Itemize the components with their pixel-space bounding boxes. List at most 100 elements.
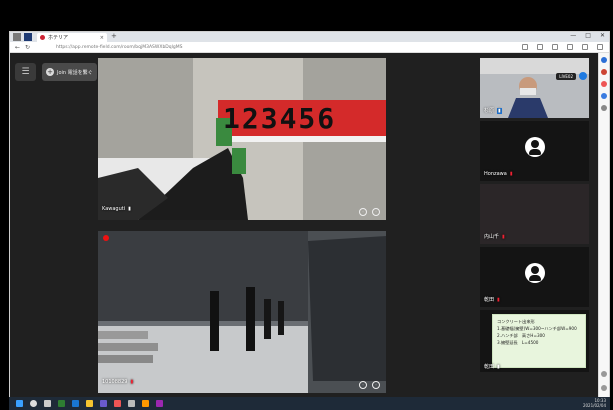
pin-icon[interactable]: ◦ bbox=[359, 381, 367, 389]
more-icon[interactable] bbox=[597, 44, 603, 50]
app-icon[interactable] bbox=[142, 400, 149, 407]
shared-note: コンクリート出来形 1.基礎幅(擁壁)W=300~ハンチ部W=900 2.ハンチ… bbox=[492, 314, 586, 368]
outlook-icon[interactable] bbox=[601, 93, 607, 99]
avatar-icon bbox=[525, 263, 545, 283]
tile-name-tag: 内山千 ▮ bbox=[484, 233, 505, 241]
ruler-numbers: 123456 bbox=[223, 102, 337, 135]
expand-icon[interactable]: ◦ bbox=[372, 381, 380, 389]
app-icon[interactable] bbox=[128, 400, 135, 407]
tile-name-tag: Honzawa ▮ bbox=[484, 171, 513, 177]
shopping-icon[interactable] bbox=[601, 69, 607, 75]
side-tile-4[interactable]: 乾田 ▮ bbox=[480, 247, 589, 307]
profile-icon[interactable] bbox=[582, 44, 588, 50]
mic-icon: ▮ bbox=[497, 363, 500, 370]
avatar-icon bbox=[525, 137, 545, 157]
participant-name: 10108829 bbox=[102, 379, 128, 385]
app-icon[interactable] bbox=[156, 400, 163, 407]
note-line: 1.基礎幅(擁壁)W=300~ハンチ部W=900 bbox=[497, 326, 577, 331]
video-controls: ◦ ◦ bbox=[359, 208, 380, 216]
browser-window: ホテリア × + — □ ✕ ← ↻ https://app.remote-fi… bbox=[9, 31, 610, 398]
edge-icon[interactable] bbox=[72, 400, 79, 407]
side-tile-1[interactable]: LIVE02 杉原 ▮ bbox=[480, 58, 589, 118]
note-line: 3.擁壁延長 L=4500 bbox=[497, 340, 539, 345]
address-bar-row: ← ↻ https://app.remote-field.com/room/bq… bbox=[10, 42, 609, 53]
participant-name: 内山千 bbox=[484, 234, 500, 240]
tile-name-tag: 杉原 ▮ bbox=[484, 107, 502, 114]
participant-name: 杉原 bbox=[484, 108, 495, 114]
record-indicator bbox=[103, 235, 109, 241]
side-tile-2[interactable]: Honzawa ▮ bbox=[480, 121, 589, 181]
reload-icon[interactable]: ↻ bbox=[25, 44, 30, 51]
add-icon[interactable] bbox=[601, 105, 607, 111]
extension-icons bbox=[522, 44, 603, 50]
participant-name: Kawaguti bbox=[102, 206, 126, 212]
workspace-icon[interactable] bbox=[24, 33, 32, 41]
window-controls: — □ ✕ bbox=[570, 32, 605, 39]
participant-name: Honzawa bbox=[484, 171, 507, 177]
main-video-2[interactable]: 10108829 ▮ ◦ ◦ bbox=[98, 231, 386, 393]
system-clock[interactable]: 10:33 2021/02/04 bbox=[582, 398, 606, 408]
expand-icon[interactable]: ◦ bbox=[372, 208, 380, 216]
app-icon[interactable] bbox=[100, 400, 107, 407]
mic-muted-icon: ▮ bbox=[509, 171, 513, 177]
participant-name: 乾田 bbox=[484, 297, 495, 303]
side-tile-3[interactable]: 内山千 ▮ bbox=[480, 184, 589, 244]
taskbar: 10:33 2021/02/04 bbox=[9, 397, 610, 410]
live-badge: LIVE02 bbox=[556, 72, 576, 80]
favicon-icon bbox=[40, 35, 45, 40]
video-frame-1 bbox=[98, 58, 386, 220]
video-name-tag: Kawaguti ▮ bbox=[102, 206, 131, 212]
gear-icon[interactable] bbox=[601, 385, 607, 391]
tab-close-icon[interactable]: × bbox=[100, 35, 104, 41]
app-icon[interactable] bbox=[114, 400, 121, 407]
app-area: ☰ + Join 電話を繋ぐ 123456 Kawaguti ▮ ◦ ◦ 101… bbox=[10, 53, 598, 398]
participant-name: 乾田 bbox=[484, 364, 495, 370]
collections-icon[interactable] bbox=[552, 44, 558, 50]
tile-name-tag: 乾田 ▮ bbox=[484, 296, 500, 304]
sidebar-settings-icon[interactable] bbox=[601, 371, 607, 377]
tab-strip: ホテリア × + — □ ✕ bbox=[10, 32, 609, 42]
read-aloud-icon[interactable] bbox=[522, 44, 528, 50]
mic-icon: ▮ bbox=[497, 107, 502, 114]
app-icon[interactable] bbox=[58, 400, 65, 407]
new-tab-button[interactable]: + bbox=[111, 32, 117, 40]
video-controls: ◦ ◦ bbox=[359, 381, 380, 389]
back-icon[interactable]: ← bbox=[15, 44, 20, 51]
edge-sidebar bbox=[598, 53, 609, 398]
main-video-1[interactable]: 123456 Kawaguti ▮ ◦ ◦ bbox=[98, 58, 386, 220]
start-icon[interactable] bbox=[16, 400, 23, 407]
mic-muted-icon: ▮ bbox=[497, 296, 500, 303]
tile-pip-bar: LIVE02 bbox=[556, 72, 587, 80]
share-icon[interactable] bbox=[567, 44, 573, 50]
hamburger-icon: ☰ bbox=[21, 67, 30, 77]
folder-icon[interactable] bbox=[86, 400, 93, 407]
favorite-icon[interactable] bbox=[537, 44, 543, 50]
plus-icon: + bbox=[46, 68, 54, 76]
video-frame-2 bbox=[98, 231, 386, 393]
maximize-button[interactable]: □ bbox=[585, 32, 591, 39]
video-name-tag: 10108829 ▮ bbox=[102, 379, 133, 385]
join-label: Join 電話を繋ぐ bbox=[57, 69, 93, 76]
address-bar[interactable]: https://app.remote-field.com/room/bqjM3A… bbox=[56, 44, 456, 51]
pin-icon[interactable]: ◦ bbox=[359, 208, 367, 216]
mic-icon: ▮ bbox=[128, 206, 131, 212]
mic-muted-icon: ▮ bbox=[130, 379, 134, 385]
minimize-button[interactable]: — bbox=[570, 32, 576, 39]
tab-active[interactable]: ホテリア × bbox=[37, 33, 107, 42]
side-tile-5[interactable]: コンクリート出来形 1.基礎幅(擁壁)W=300~ハンチ部W=900 2.ハンチ… bbox=[480, 310, 589, 372]
join-call-button[interactable]: + Join 電話を繋ぐ bbox=[42, 63, 97, 81]
mic-muted-icon: ▮ bbox=[502, 233, 505, 240]
search-icon[interactable] bbox=[601, 57, 607, 63]
clock-date: 2021/02/04 bbox=[582, 402, 606, 408]
menu-button[interactable]: ☰ bbox=[15, 63, 36, 81]
task-view-icon[interactable] bbox=[44, 400, 51, 407]
note-line: 2.ハンチ部 高さH=300 bbox=[497, 333, 545, 338]
note-line: コンクリート出来形 bbox=[497, 319, 535, 324]
tile-name-tag: 乾田 ▮ bbox=[484, 363, 500, 371]
close-window-button[interactable]: ✕ bbox=[600, 32, 605, 39]
tab-title: ホテリア bbox=[48, 35, 69, 41]
camera-switch-icon[interactable] bbox=[579, 72, 587, 80]
window-menu-icon[interactable] bbox=[13, 33, 21, 41]
search-icon[interactable] bbox=[30, 400, 37, 407]
office-icon[interactable] bbox=[601, 81, 607, 87]
